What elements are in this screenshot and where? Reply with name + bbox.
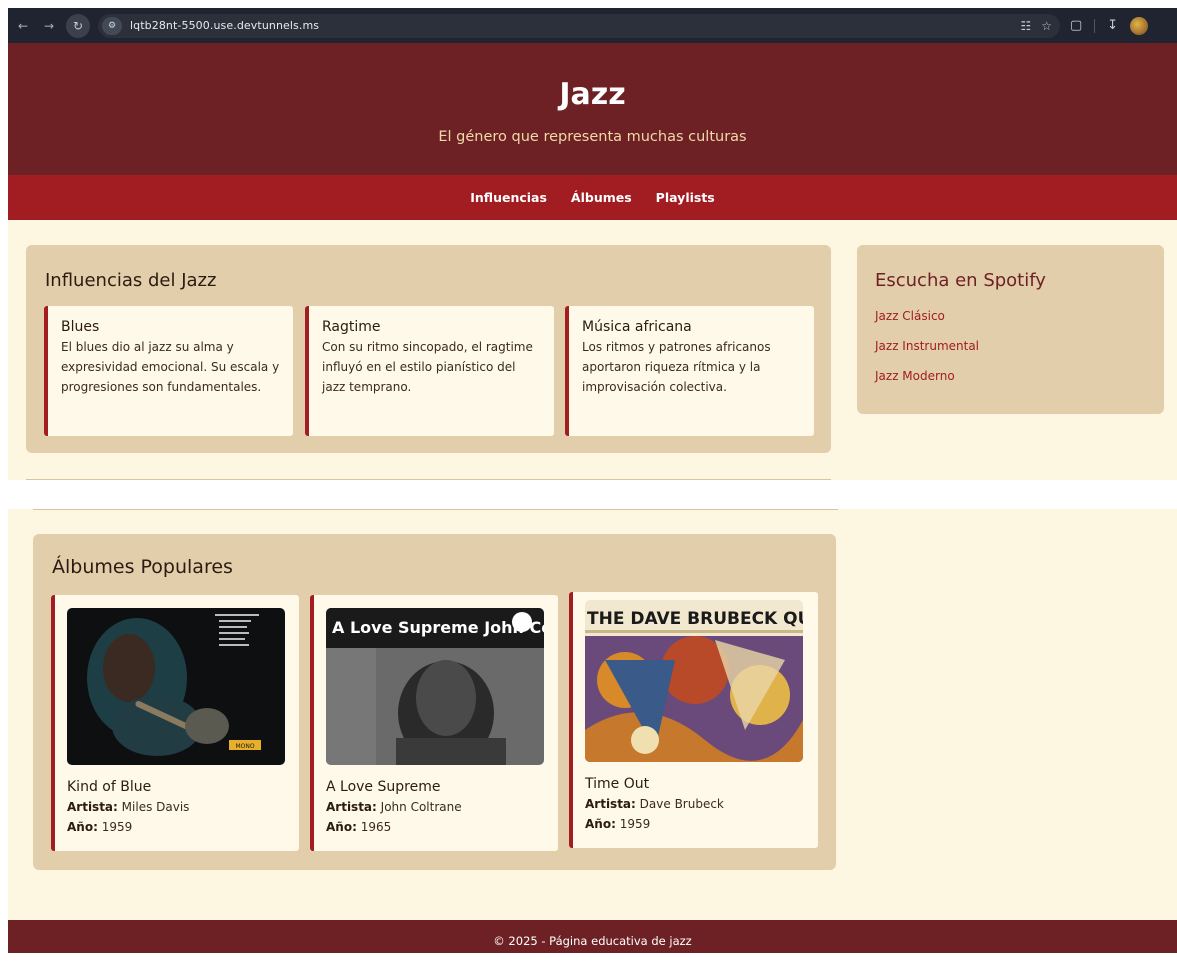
footer-text: © 2025 - Página educativa de jazz bbox=[493, 934, 692, 948]
album-title: Time Out bbox=[585, 776, 650, 792]
album-card-a-love-supreme[interactable]: A Love Supreme John Coltrane A Love Supr… bbox=[310, 595, 558, 851]
influence-card-title: Música africana bbox=[582, 319, 692, 335]
extensions-icon[interactable]: ▢ bbox=[1070, 18, 1082, 33]
white-band bbox=[8, 480, 1177, 509]
influence-card-title: Blues bbox=[61, 319, 100, 335]
album-year: Año: 1959 bbox=[67, 817, 189, 837]
album-year: Año: 1965 bbox=[326, 817, 462, 837]
album-card-time-out[interactable]: THE DAVE BRUBECK QUARTET Time Out Artist… bbox=[569, 592, 818, 848]
influence-card-text: Los ritmos y patrones africanos aportaro… bbox=[582, 340, 771, 394]
nav-link-albumes[interactable]: Álbumes bbox=[571, 190, 632, 205]
reload-icon[interactable]: ↻ bbox=[66, 13, 90, 38]
cover-label: MONO bbox=[235, 743, 254, 750]
year-label: Año: bbox=[326, 820, 357, 834]
browser-toolbar: ← → ↻ ⚙ lqtb28nt-5500.use.devtunnels.ms … bbox=[8, 8, 1177, 43]
album-artist: Artista: Miles Davis bbox=[67, 797, 189, 817]
nav-link-influencias[interactable]: Influencias bbox=[470, 190, 547, 205]
forward-arrow-icon[interactable]: → bbox=[38, 15, 60, 37]
album-info: Kind of Blue Artista: Miles Davis Año: 1… bbox=[67, 779, 189, 837]
influence-card-text: El blues dio al jazz su alma y expresivi… bbox=[61, 340, 280, 394]
bookmark-star-icon[interactable]: ☆ bbox=[1041, 19, 1052, 33]
album-cover-image: A Love Supreme John Coltrane bbox=[326, 608, 544, 765]
album-title: A Love Supreme bbox=[326, 779, 441, 795]
nav-link-playlists[interactable]: Playlists bbox=[656, 190, 715, 205]
page-title: Jazz bbox=[559, 77, 626, 112]
toolbar-divider bbox=[1094, 18, 1096, 33]
artist-label: Artista: bbox=[326, 800, 377, 814]
spotify-sidebar: Escucha en Spotify Jazz Clásico Jazz Ins… bbox=[857, 245, 1164, 414]
artist-value: Miles Davis bbox=[121, 800, 190, 814]
site-footer: © 2025 - Página educativa de jazz bbox=[8, 920, 1177, 953]
divider bbox=[33, 509, 838, 510]
influence-card-title: Ragtime bbox=[322, 319, 381, 335]
spotify-title: Escucha en Spotify bbox=[875, 270, 1046, 291]
album-title: Kind of Blue bbox=[67, 779, 152, 795]
influence-card-blues: Blues El blues dio al jazz su alma y exp… bbox=[44, 306, 293, 436]
year-value: 1959 bbox=[101, 820, 133, 834]
site-info-icon[interactable]: ⚙ bbox=[102, 16, 122, 35]
artist-value: John Coltrane bbox=[380, 800, 462, 814]
back-arrow-icon[interactable]: ← bbox=[12, 15, 34, 37]
influences-section: Influencias del Jazz Blues El blues dio … bbox=[26, 245, 831, 453]
year-value: 1959 bbox=[619, 817, 651, 831]
year-label: Año: bbox=[585, 817, 616, 831]
download-icon[interactable]: ↧ bbox=[1107, 18, 1118, 33]
page: Jazz El género que representa muchas cul… bbox=[8, 43, 1177, 953]
cover-title: THE DAVE BRUBECK QUARTET bbox=[587, 609, 803, 629]
translate-icon[interactable]: ☷ bbox=[1020, 19, 1031, 33]
album-year: Año: 1959 bbox=[585, 814, 724, 834]
album-card-kind-of-blue[interactable]: MONO Kind of Blue Artista: Miles Davis A… bbox=[51, 595, 299, 851]
year-value: 1965 bbox=[360, 820, 392, 834]
spotify-link-jazz-clasico[interactable]: Jazz Clásico bbox=[875, 309, 979, 339]
year-label: Año: bbox=[67, 820, 98, 834]
artist-label: Artista: bbox=[585, 797, 636, 811]
spotify-link-jazz-instrumental[interactable]: Jazz Instrumental bbox=[875, 339, 979, 369]
album-info: Time Out Artista: Dave Brubeck Año: 1959 bbox=[585, 776, 724, 834]
albums-title: Álbumes Populares bbox=[52, 556, 233, 578]
albums-section: Álbumes Populares MONO Kind of Blue Arti… bbox=[33, 534, 836, 870]
artist-value: Dave Brubeck bbox=[639, 797, 724, 811]
album-cover-image: MONO bbox=[67, 608, 285, 765]
spotify-link-list: Jazz Clásico Jazz Instrumental Jazz Mode… bbox=[875, 309, 979, 399]
album-cover-image: THE DAVE BRUBECK QUARTET bbox=[585, 600, 803, 762]
influence-card-ragtime: Ragtime Con su ritmo sincopado, el ragti… bbox=[305, 306, 554, 436]
album-info: A Love Supreme Artista: John Coltrane Añ… bbox=[326, 779, 462, 837]
influence-card-text: Con su ritmo sincopado, el ragtime influ… bbox=[322, 340, 533, 394]
profile-avatar[interactable] bbox=[1130, 16, 1149, 35]
address-bar[interactable]: ⚙ lqtb28nt-5500.use.devtunnels.ms ☷ ☆ bbox=[98, 13, 1060, 38]
influences-title: Influencias del Jazz bbox=[45, 270, 217, 291]
main-nav: Influencias Álbumes Playlists bbox=[8, 175, 1177, 220]
site-header: Jazz El género que representa muchas cul… bbox=[8, 43, 1177, 175]
album-artist: Artista: John Coltrane bbox=[326, 797, 462, 817]
spotify-link-jazz-moderno[interactable]: Jazz Moderno bbox=[875, 369, 979, 399]
page-subtitle: El género que representa muchas culturas bbox=[438, 129, 747, 145]
influence-card-musica-africana: Música africana Los ritmos y patrones af… bbox=[565, 306, 814, 436]
url-text[interactable]: lqtb28nt-5500.use.devtunnels.ms bbox=[130, 19, 319, 32]
album-artist: Artista: Dave Brubeck bbox=[585, 794, 724, 814]
artist-label: Artista: bbox=[67, 800, 118, 814]
